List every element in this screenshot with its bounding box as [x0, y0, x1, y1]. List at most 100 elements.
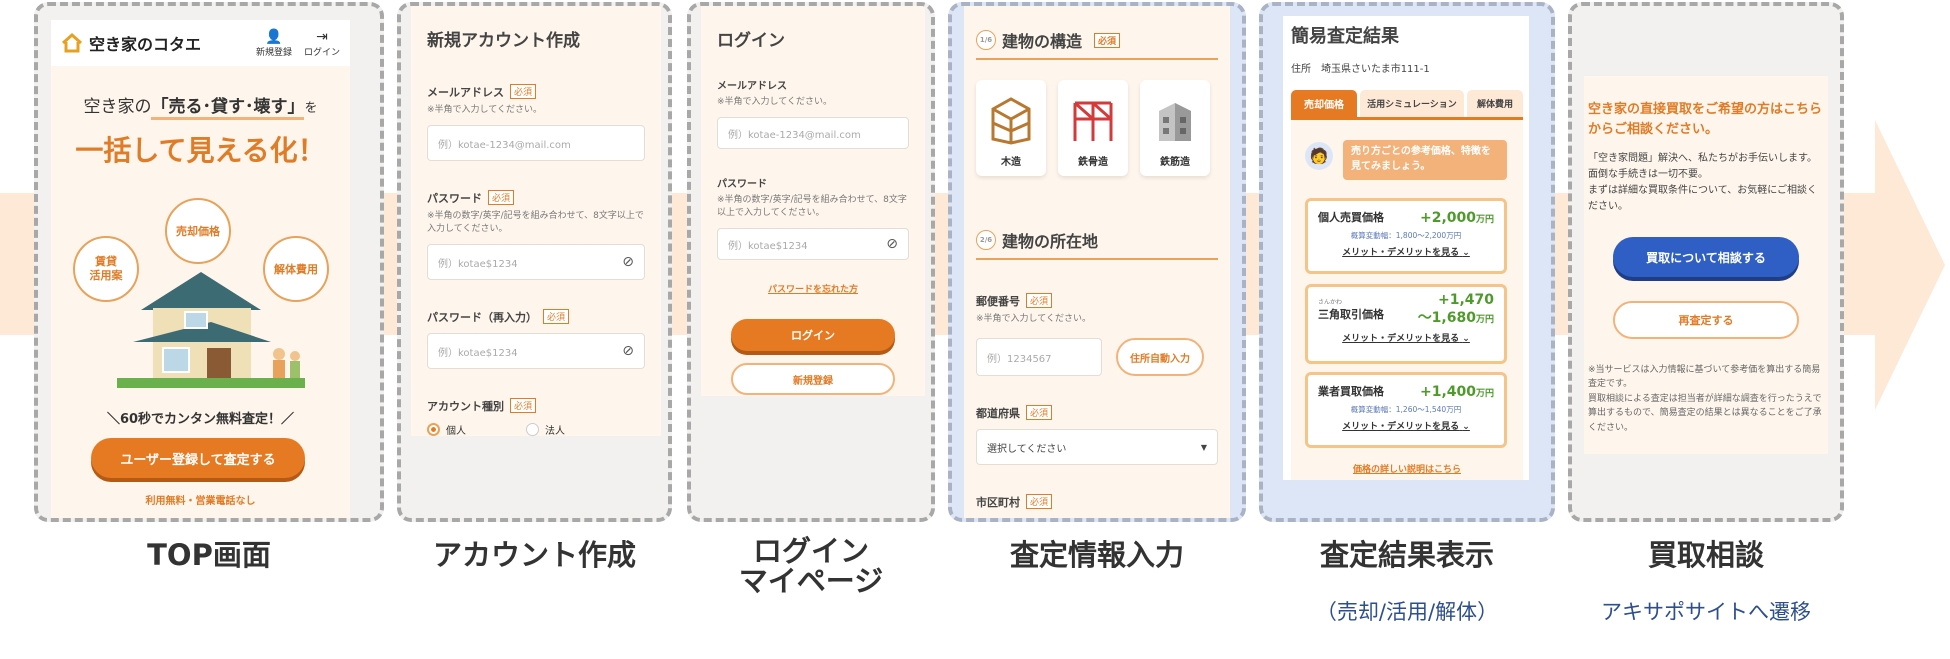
- panel-login: ログイン メールアドレス ※半角で入力してください。 例）kotae-1234@…: [687, 2, 935, 522]
- location-section-title: 2/6 建物の所在地: [976, 228, 1218, 260]
- tab-use-simulation[interactable]: 活用シミュレーション: [1360, 90, 1464, 117]
- logo-text: 空き家のコタエ: [89, 35, 202, 54]
- user-plus-icon: 👤: [265, 28, 283, 45]
- merit-link[interactable]: メリット・デメリットを見る ⌄: [1318, 419, 1494, 432]
- prefecture-label: 都道府県: [976, 407, 1020, 421]
- result-card-triangle: さんかわ 三角取引価格 +1,470 〜1,680万円 メリット・デメリットを見…: [1305, 284, 1507, 364]
- caption-top: TOP画面: [147, 538, 271, 572]
- password-label: パスワード: [427, 192, 482, 206]
- steel-frame-icon: [1073, 101, 1113, 141]
- consult-disclaimer: ※当サービスは入力情報に基づいて参考価を算出する簡易査定です。 買取相談による査…: [1588, 365, 1822, 433]
- structure-section-title: 1/6 建物の構造 必須: [976, 28, 1218, 60]
- caption-input: 査定情報入力: [1009, 538, 1184, 572]
- login-email-hint: ※半角で入力してください。: [717, 97, 833, 107]
- register-assess-button[interactable]: ユーザー登録して査定する: [91, 438, 305, 478]
- forgot-password-link[interactable]: パスワードを忘れた方: [717, 282, 909, 295]
- top-headline: 空き家の「売る･貸す･壊す」を: [51, 92, 350, 120]
- register-button[interactable]: 新規登録: [731, 363, 895, 396]
- price-detail-link[interactable]: 価格の詳しい説明はこちら: [1291, 462, 1523, 475]
- city-label: 市区町村: [976, 496, 1020, 510]
- advisor-avatar: 🧑: [1305, 142, 1333, 170]
- chevron-down-icon: ⌄: [1462, 248, 1470, 258]
- caption-result: 査定結果表示: [1319, 538, 1494, 572]
- structure-option-wood[interactable]: 木造: [976, 80, 1046, 176]
- required-badge: 必須: [510, 398, 537, 414]
- consult-screen: 空き家の直接買取をご希望の方はこちらからご相談ください。 「空き家問題」解決へ、…: [1584, 76, 1828, 454]
- zip-label: 郵便番号: [976, 295, 1020, 308]
- nav-login[interactable]: ⇥ ログイン: [304, 29, 340, 58]
- required-badge: 必須: [1026, 494, 1053, 510]
- radio-corporate[interactable]: 法人: [526, 422, 565, 436]
- email-label: メールアドレス: [427, 86, 504, 99]
- login-email-field[interactable]: 例）kotae-1234@mail.com: [717, 117, 909, 150]
- eye-off-icon[interactable]: ⊘: [622, 343, 634, 359]
- login-title: ログイン: [717, 31, 785, 51]
- login-password-label: パスワード: [717, 179, 767, 191]
- result-tabs: 売却価格 活用シミュレーション 解体費用: [1291, 90, 1523, 120]
- result-card-dealer: 業者買取価格 +1,400万円 概算変動幅：1,260〜1,540万円 メリット…: [1305, 372, 1507, 448]
- required-badge: 必須: [1094, 32, 1121, 48]
- radio-empty-icon: [526, 423, 539, 436]
- caption-consult-sub: アキサポサイトへ遷移: [1601, 600, 1811, 624]
- eye-off-icon[interactable]: ⊘: [622, 254, 634, 270]
- eye-off-icon[interactable]: ⊘: [886, 236, 898, 252]
- panel-result: 簡易査定結果 住所 埼玉県さいたま市111-1 売却価格 活用シミュレーション …: [1259, 2, 1555, 522]
- password-confirm-label: パスワード（再入力）: [427, 311, 537, 325]
- password-confirm-field[interactable]: 例）kotae$1234 ⊘: [427, 333, 645, 370]
- structure-option-rc[interactable]: 鉄筋造: [1140, 80, 1210, 176]
- panel-input: 1/6 建物の構造 必須 木造 鉄骨造 鉄筋造 2/6 建物の所在地 郵便番号必…: [948, 2, 1246, 522]
- login-password-field[interactable]: 例）kotae$1234 ⊘: [717, 228, 909, 261]
- top-headline-big: 一括して見える化！: [75, 134, 326, 167]
- house-logo-icon: [61, 32, 83, 54]
- panel-account: 新規アカウント作成 メールアドレス 必須 ※半角で入力してください。 例）kota…: [397, 2, 672, 522]
- login-button[interactable]: ログイン: [731, 319, 895, 352]
- required-badge: 必須: [543, 309, 570, 325]
- panel-consult: 空き家の直接買取をご希望の方はこちらからご相談ください。 「空き家問題」解決へ、…: [1568, 2, 1844, 522]
- reassess-button[interactable]: 再査定する: [1613, 301, 1799, 339]
- step-indicator: 1/6: [976, 30, 996, 50]
- result-title: 簡易査定結果: [1291, 26, 1399, 47]
- structure-option-steel[interactable]: 鉄骨造: [1058, 80, 1128, 176]
- zip-hint: ※半角で入力してください。: [976, 314, 1092, 324]
- login-email-label: メールアドレス: [717, 81, 787, 92]
- nav-register[interactable]: 👤 新規登録: [256, 29, 292, 58]
- chevron-down-icon: ⌄: [1462, 422, 1470, 432]
- zip-field[interactable]: 例）1234567: [976, 338, 1102, 377]
- login-password-hint: ※半角の数字/英字/記号を組み合わせて、8文字以上で入力してください。: [717, 195, 907, 219]
- merit-link[interactable]: メリット・デメリットを見る ⌄: [1318, 331, 1494, 344]
- top-screen: 空き家のコタエ 👤 新規登録 ⇥ ログイン 空き家の「売る･貸す･壊す」を 一括…: [51, 20, 350, 518]
- auto-address-button[interactable]: 住所自動入力: [1116, 338, 1204, 377]
- email-hint: ※半角で入力してください。: [427, 105, 543, 115]
- account-title: 新規アカウント作成: [427, 31, 580, 51]
- tab-demolition[interactable]: 解体費用: [1467, 90, 1523, 117]
- tab-sale[interactable]: 売却価格: [1291, 90, 1357, 117]
- prefecture-select[interactable]: 選択してください ▼: [976, 429, 1218, 466]
- dropdown-caret-icon: ▼: [1200, 442, 1207, 452]
- merit-link[interactable]: メリット・デメリットを見る ⌄: [1318, 245, 1494, 258]
- caption-consult: 買取相談: [1647, 538, 1764, 572]
- wood-frame-icon: [991, 97, 1031, 145]
- house-illustration: [111, 250, 311, 400]
- result-address: 住所 埼玉県さいたま市111-1: [1291, 64, 1430, 75]
- radio-checked-icon: [427, 423, 440, 436]
- password-hint: ※半角の数字/英字/記号を組み合わせて、8文字以上で入力してください。: [427, 211, 644, 235]
- advisor-bubble: 売り方ごとの参考価格、特徴を見てみましょう。: [1343, 140, 1507, 180]
- free-note: 利用無料・営業電話なし: [145, 496, 256, 507]
- account-type-label: アカウント種別: [427, 400, 504, 414]
- result-card-individual: 個人売買価格 +2,000万円 概算変動幅：1,800〜2,200万円 メリット…: [1305, 198, 1507, 274]
- tagline: ＼60秒でカンタン無料査定！／: [106, 412, 295, 427]
- radio-personal[interactable]: 個人: [427, 422, 466, 436]
- consult-button[interactable]: 買取について相談する: [1613, 237, 1799, 277]
- concrete-building-icon: [1159, 103, 1191, 141]
- step-indicator: 2/6: [976, 230, 996, 250]
- required-badge: 必須: [510, 84, 537, 99]
- account-screen: 新規アカウント作成 メールアドレス 必須 ※半角で入力してください。 例）kota…: [411, 6, 661, 436]
- password-field[interactable]: 例）kotae$1234 ⊘: [427, 244, 645, 281]
- email-field[interactable]: 例）kotae-1234@mail.com: [427, 125, 645, 162]
- flow-arrow-head: [1875, 120, 1945, 410]
- panel-top: 空き家のコタエ 👤 新規登録 ⇥ ログイン 空き家の「売る･貸す･壊す」を 一括…: [34, 2, 384, 522]
- top-header: 空き家のコタエ 👤 新規登録 ⇥ ログイン: [51, 20, 350, 66]
- login-screen: ログイン メールアドレス ※半角で入力してください。 例）kotae-1234@…: [701, 6, 925, 396]
- required-badge: 必須: [1026, 293, 1053, 308]
- login-arrow-icon: ⇥: [316, 28, 328, 45]
